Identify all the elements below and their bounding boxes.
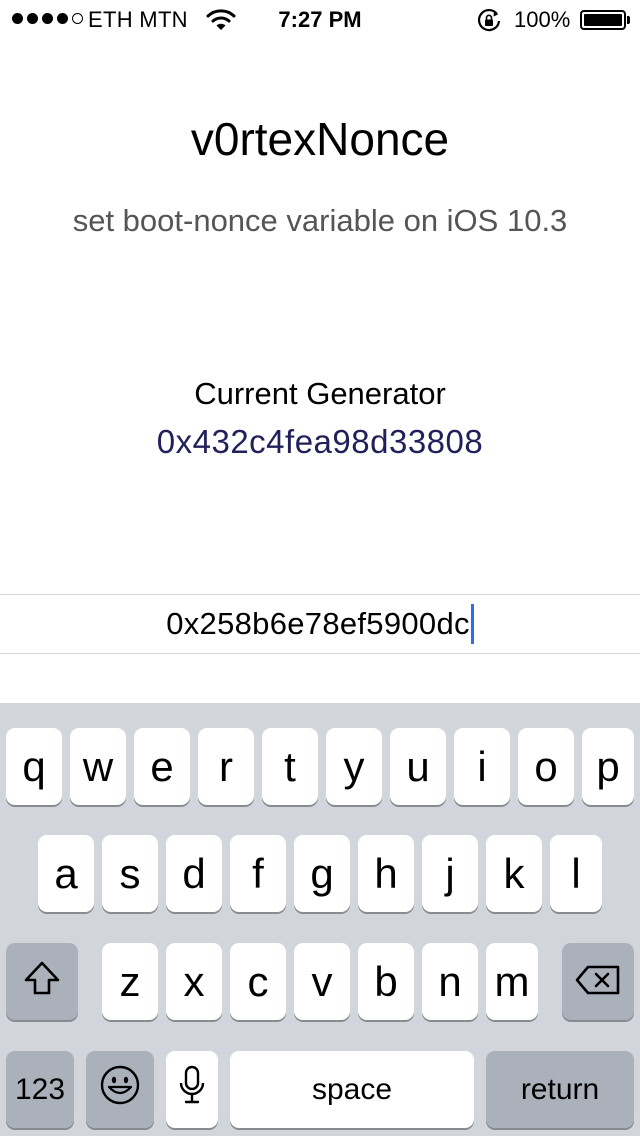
app-screen: ETH MTN 7:27 PM 100% v0rtexNonce set boo… (0, 0, 640, 1136)
key-w[interactable]: w (70, 728, 126, 805)
key-k[interactable]: k (486, 835, 542, 912)
key-j[interactable]: j (422, 835, 478, 912)
key-x[interactable]: x (166, 943, 222, 1020)
app-subtitle: set boot-nonce variable on iOS 10.3 (72, 203, 568, 238)
backspace-icon (574, 958, 622, 1006)
key-u[interactable]: u (390, 728, 446, 805)
emoji-icon (99, 1064, 141, 1116)
current-generator-value: 0x432c4fea98d33808 (156, 423, 484, 460)
nonce-input-field[interactable]: 0x258b6e78ef5900dc (0, 594, 640, 654)
space-key[interactable]: space (230, 1051, 474, 1128)
key-h[interactable]: h (358, 835, 414, 912)
key-r[interactable]: r (198, 728, 254, 805)
microphone-icon (177, 1064, 207, 1116)
key-z[interactable]: z (102, 943, 158, 1020)
dictation-key[interactable] (166, 1051, 218, 1128)
return-key[interactable]: return (486, 1051, 634, 1128)
shift-icon (22, 958, 62, 1006)
key-p[interactable]: p (582, 728, 634, 805)
key-y[interactable]: y (326, 728, 382, 805)
key-v[interactable]: v (294, 943, 350, 1020)
key-n[interactable]: n (422, 943, 478, 1020)
key-t[interactable]: t (262, 728, 318, 805)
numbers-key[interactable]: 123 (6, 1051, 74, 1128)
battery-percentage: 100% (514, 7, 571, 32)
key-o[interactable]: o (518, 728, 574, 805)
key-s[interactable]: s (102, 835, 158, 912)
key-f[interactable]: f (230, 835, 286, 912)
key-e[interactable]: e (134, 728, 190, 805)
key-a[interactable]: a (38, 835, 94, 912)
key-m[interactable]: m (486, 943, 538, 1020)
key-i[interactable]: i (454, 728, 510, 805)
key-c[interactable]: c (230, 943, 286, 1020)
key-g[interactable]: g (294, 835, 350, 912)
shift-key[interactable] (6, 943, 78, 1020)
text-cursor (470, 604, 474, 644)
nonce-input-value[interactable]: 0x258b6e78ef5900dc (166, 606, 470, 642)
keyboard: q w e r t y u i o p a s d f g h j k l z … (0, 703, 640, 1136)
backspace-key[interactable] (562, 943, 634, 1020)
key-b[interactable]: b (358, 943, 414, 1020)
app-title: v0rtexNonce (190, 113, 450, 165)
key-d[interactable]: d (166, 835, 222, 912)
status-bar: ETH MTN 7:27 PM 100% (0, 0, 640, 40)
emoji-key[interactable] (86, 1051, 154, 1128)
current-generator-label: Current Generator (194, 376, 446, 411)
key-q[interactable]: q (6, 728, 62, 805)
key-l[interactable]: l (550, 835, 602, 912)
battery-icon (580, 10, 630, 30)
rotation-lock-icon (476, 8, 502, 40)
